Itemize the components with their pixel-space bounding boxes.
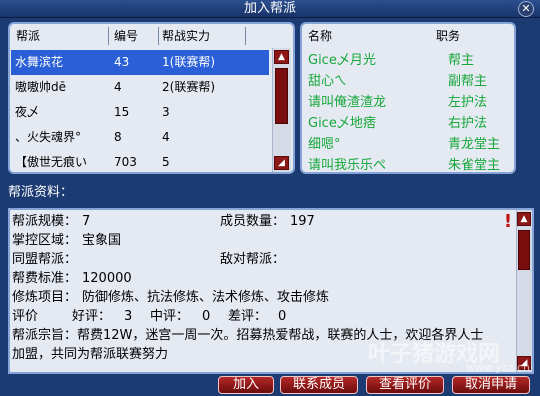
guild-id: 15 [114, 105, 130, 119]
guild-rows: 水舞滨花 43 1(联赛帮) 嗷嗷帅dē 4 2(联赛帮) 夜乄 15 3 、火… [11, 50, 269, 175]
guild-list-panel: 帮派 编号 帮战实力 水舞滨花 43 1(联赛帮) 嗷嗷帅dē 4 2(联赛帮)… [8, 22, 295, 174]
guild-row[interactable]: 嗷嗷帅dē 4 2(联赛帮) [11, 75, 269, 100]
good-rating-value: 3 [124, 309, 133, 324]
guild-power: 1(联赛帮) [162, 55, 215, 69]
member-row[interactable]: 细嗯° 青龙堂主 [302, 134, 514, 155]
scroll-thumb[interactable] [518, 230, 530, 270]
scale-value: 7 [82, 214, 91, 229]
member-role: 副帮主 [448, 74, 488, 89]
alert-icon[interactable]: ! [502, 212, 514, 232]
header-divider [245, 27, 246, 45]
bad-rating-label: 差评： [228, 309, 268, 324]
guild-name: 夜乄 [15, 105, 40, 119]
members-label: 成员数量： [220, 214, 286, 229]
contact-member-button[interactable]: 联系成员 [280, 376, 358, 394]
members-value: 197 [290, 214, 315, 229]
guild-row[interactable]: 夜乄 15 3 [11, 100, 269, 125]
guild-id-header[interactable]: 编号 [114, 26, 158, 46]
member-list-panel: 名称 职务 Gice乄月光 帮主 甜心ㄟ 副帮主 请叫俺渣渣龙 左护法 Gice… [300, 22, 516, 174]
guild-name: 、火失魂界° [15, 130, 82, 144]
guild-name: 嗷嗷帅dē [15, 80, 67, 94]
member-role: 朱雀堂主 [448, 158, 501, 173]
bad-rating-value: 0 [278, 309, 287, 324]
member-row[interactable]: 甜心ㄟ 副帮主 [302, 71, 514, 92]
guild-power: 2(联赛帮) [162, 80, 215, 94]
member-name: 细嗯° [308, 137, 341, 152]
guild-row[interactable]: 、火失魂界° 8 4 [11, 125, 269, 150]
info-section-title: 帮派资料： [8, 185, 74, 200]
guild-row[interactable]: 水舞滨花 43 1(联赛帮) [11, 50, 269, 75]
watermark-url: www.yzz.cn [465, 361, 530, 374]
scroll-up-button[interactable]: ▲ [517, 212, 531, 226]
cultivation-value: 防御修炼、抗法修炼、法术修炼、攻击修炼 [82, 290, 330, 305]
member-name-header: 名称 [308, 29, 333, 43]
guild-name: 【傲世无痕い [15, 155, 88, 169]
fee-value: 120000 [82, 271, 132, 286]
fee-label: 帮费标准： [12, 271, 78, 286]
member-row[interactable]: Gice乄月光 帮主 [302, 50, 514, 71]
member-role-header: 职务 [436, 29, 461, 43]
guild-row[interactable]: 【傲世无痕い 703 5 [11, 150, 269, 175]
guild-power: 4 [162, 130, 170, 144]
close-button[interactable]: ✕ [518, 1, 534, 17]
guild-power: 3 [162, 105, 170, 119]
cancel-application-button[interactable]: 取消申请 [452, 376, 530, 394]
member-role: 左护法 [448, 95, 488, 110]
member-row[interactable]: 请叫俺渣渣龙 左护法 [302, 92, 514, 113]
member-rows: Gice乄月光 帮主 甜心ㄟ 副帮主 请叫俺渣渣龙 左护法 Gice乄地痞 右护… [302, 50, 514, 174]
guild-name-header[interactable]: 帮派 [16, 26, 106, 46]
guild-id: 8 [114, 130, 122, 144]
enemy-label: 敌对帮派： [220, 252, 286, 267]
region-label: 掌控区域： [12, 233, 78, 248]
member-role: 青龙堂主 [448, 137, 501, 152]
guild-power-header[interactable]: 帮战实力 [162, 26, 242, 46]
guild-name: 水舞滨花 [15, 55, 64, 69]
header-divider [158, 27, 159, 45]
join-button[interactable]: 加入 [218, 376, 274, 394]
mid-rating-label: 中评： [150, 309, 190, 324]
mid-rating-value: 0 [202, 309, 211, 324]
member-name: 请叫我乐乐ぺ [308, 158, 387, 173]
ally-label: 同盟帮派： [12, 252, 78, 267]
guild-id: 4 [114, 80, 122, 94]
member-name: Gice乄地痞 [308, 116, 376, 131]
member-role: 帮主 [448, 53, 475, 68]
rating-label: 评价 [12, 309, 39, 324]
guild-motto-line: 加盟，共同为帮派联赛努力 [12, 347, 169, 362]
scroll-thumb[interactable] [275, 68, 288, 124]
member-name: Gice乄月光 [308, 53, 376, 68]
window-title: 加入帮派 [243, 1, 296, 16]
info-section-bar [0, 182, 540, 204]
guild-id: 703 [114, 155, 137, 169]
good-rating-label: 好评： [72, 309, 112, 324]
member-row[interactable]: 请叫我乐乐ぺ 朱雀堂主 [302, 155, 514, 176]
member-name: 请叫俺渣渣龙 [308, 95, 387, 110]
cultivation-label: 修炼项目： [12, 290, 78, 305]
region-value: 宝象国 [82, 233, 122, 248]
header-divider [108, 27, 109, 45]
guild-power: 5 [162, 155, 170, 169]
member-name: 甜心ㄟ [308, 74, 348, 89]
view-rating-button[interactable]: 查看评价 [366, 376, 444, 394]
member-row[interactable]: Gice乄地痞 右护法 [302, 113, 514, 134]
member-role: 右护法 [448, 116, 488, 131]
scale-label: 帮派规模： [12, 214, 78, 229]
scroll-down-button[interactable]: ◢ [274, 156, 289, 170]
guild-id: 43 [114, 55, 130, 69]
scroll-up-button[interactable]: ▲ [274, 50, 289, 64]
